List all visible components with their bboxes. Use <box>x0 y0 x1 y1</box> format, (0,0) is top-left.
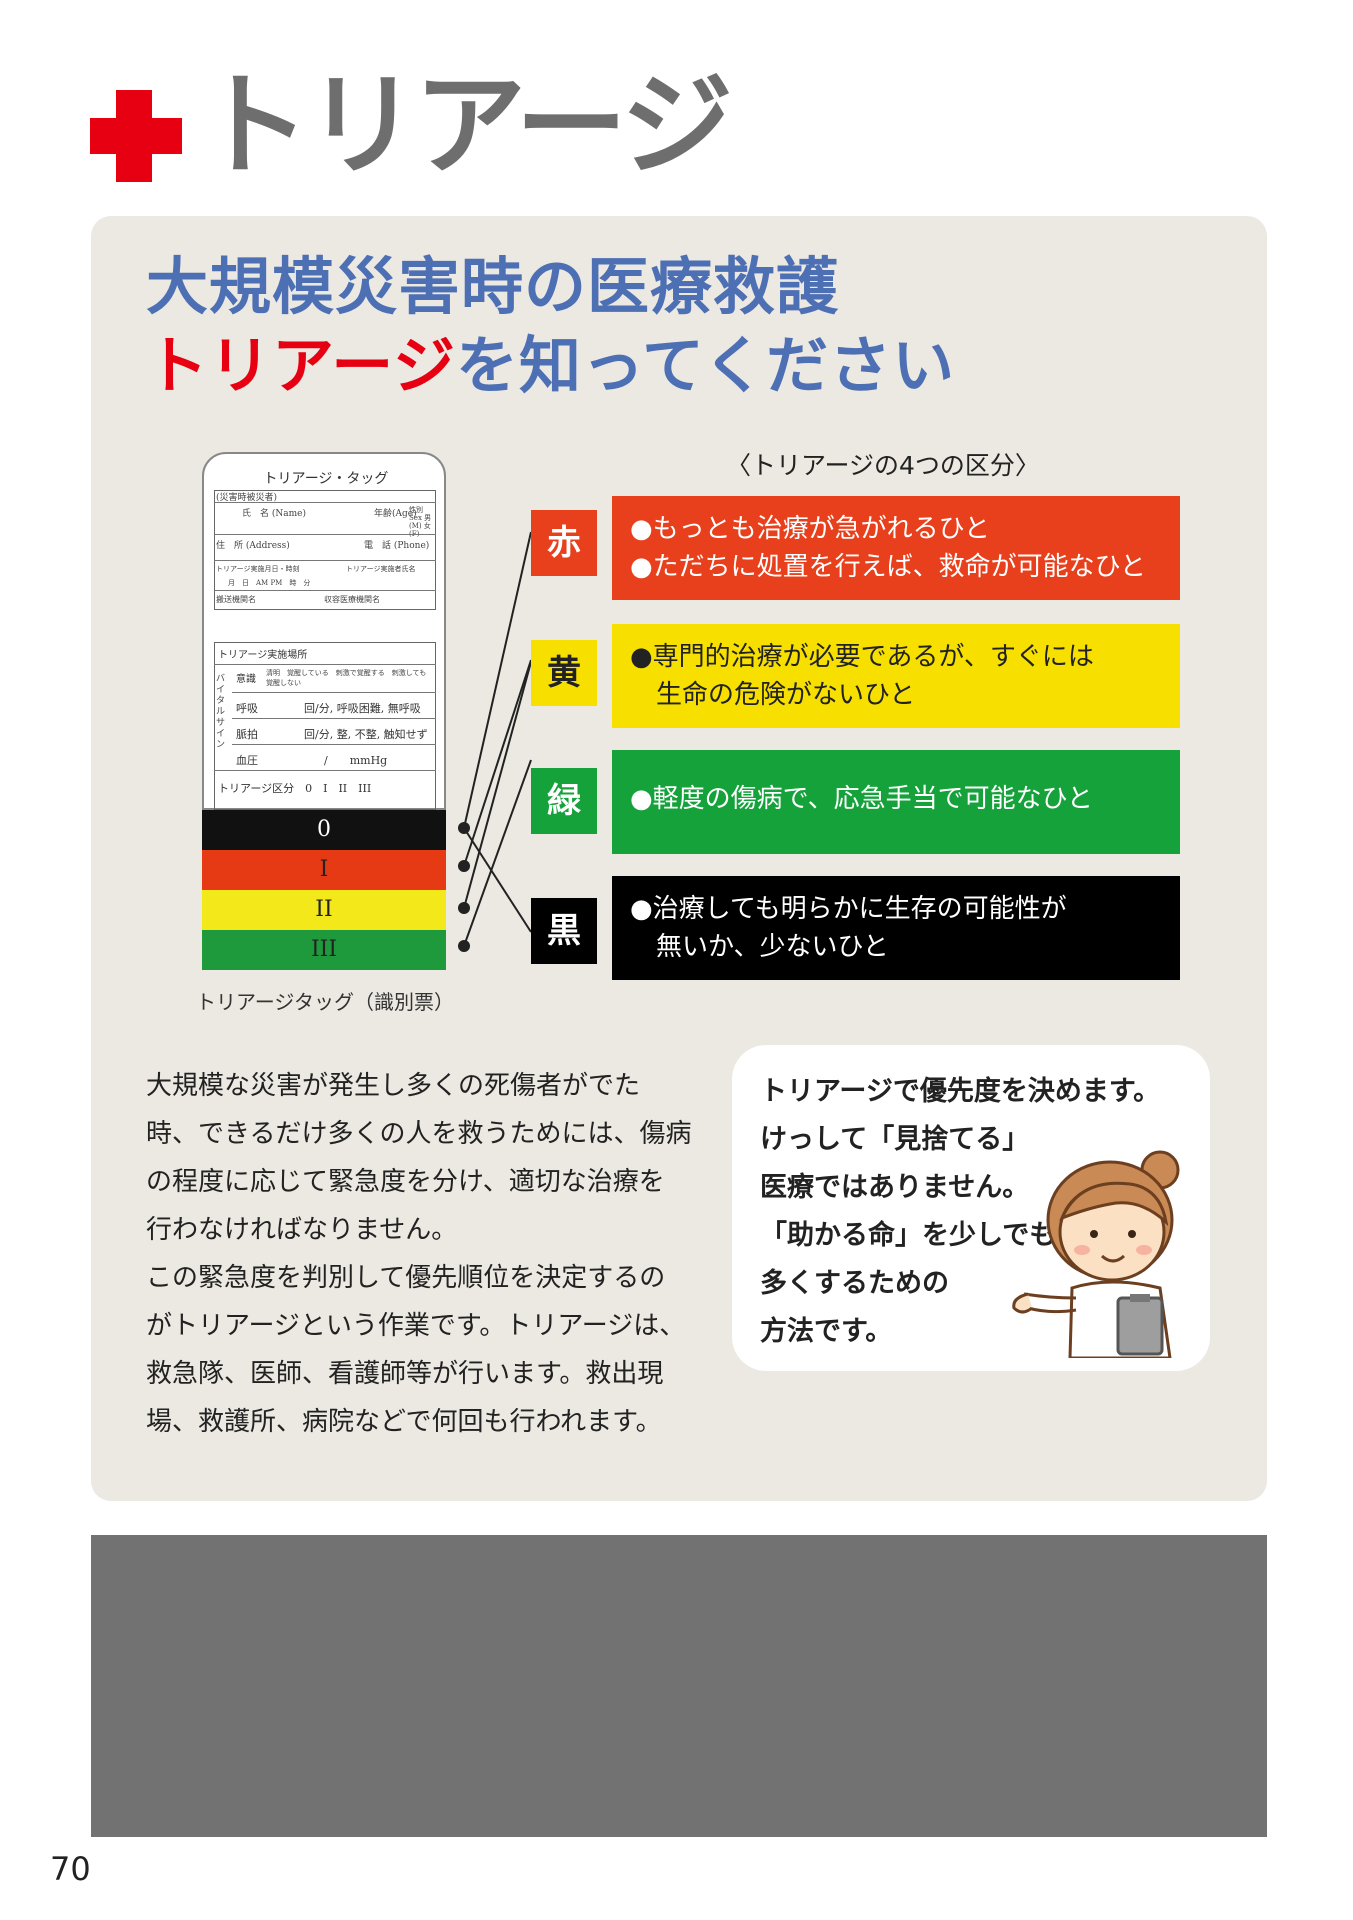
connector-line <box>463 659 532 867</box>
bubble-line: トリアージで優先度を決めます。 <box>760 1076 1161 1107</box>
connector-dot <box>458 860 470 872</box>
category-label-red: 赤 <box>531 510 597 576</box>
category-line: ●もっとも治療が急がれるひと <box>630 514 990 544</box>
category-label-black: 黒 <box>531 898 597 964</box>
connector-dot <box>458 902 470 914</box>
category-label-yellow: 黄 <box>531 640 597 706</box>
category-box-black: ●治療しても明らかに生存の可能性が 無いか、少ないひと <box>612 876 1180 980</box>
nurse-illustration <box>1012 1150 1180 1358</box>
category-line: ●治療しても明らかに生存の可能性が <box>630 894 1067 924</box>
body-paragraph: 大規模な災害が発生し多くの死傷者がでた 時、できるだけ多くの人を救うためには、傷… <box>146 1062 706 1446</box>
categories-caption: 〈トリアージの4つの区分〉 <box>726 451 1040 480</box>
body-line: がトリアージという作業です。トリアージは、 <box>146 1311 686 1341</box>
category-line: ●軽度の傷病で、応急手当で可能なひと <box>630 784 1093 814</box>
body-line: この緊急度を判別して優先順位を決定するの <box>146 1263 666 1293</box>
category-line: ●専門的治療が必要であるが、すぐには <box>630 642 1094 672</box>
category-box-green: ●軽度の傷病で、応急手当で可能なひと <box>612 750 1180 854</box>
connector-dot <box>458 822 470 834</box>
body-line: 救急隊、医師、看護師等が行います。救出現 <box>146 1359 664 1389</box>
body-line: 行わなければなりません。 <box>146 1215 458 1245</box>
category-line: 生命の危険がないひと <box>630 680 916 710</box>
connector-dot <box>458 940 470 952</box>
category-label-green: 緑 <box>531 768 597 834</box>
page-number: 70 <box>50 1850 91 1888</box>
body-line: 大規模な災害が発生し多くの死傷者がでた <box>146 1071 641 1101</box>
category-box-red: ●もっとも治療が急がれるひと ●ただちに処置を行えば、救命が可能なひと <box>612 496 1180 600</box>
category-line: 無いか、少ないひと <box>630 932 889 962</box>
category-box-yellow: ●専門的治療が必要であるが、すぐには 生命の危険がないひと <box>612 624 1180 728</box>
gray-placeholder-block <box>91 1535 1267 1837</box>
body-line: 時、できるだけ多くの人を救うためには、傷病 <box>146 1119 692 1149</box>
body-line: の程度に応じて緊急度を分け、適切な治療を <box>146 1167 665 1197</box>
body-line: 場、救護所、病院などで何回も行われます。 <box>146 1407 662 1437</box>
category-line: ●ただちに処置を行えば、救命が可能なひと <box>630 552 1146 582</box>
